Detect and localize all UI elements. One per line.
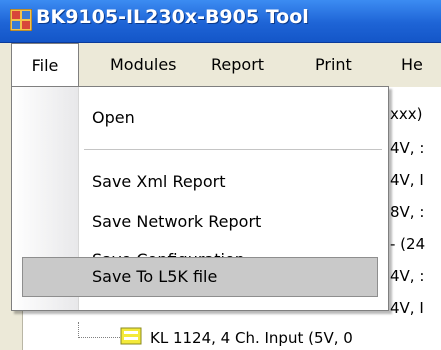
menu-separator [84,149,382,150]
menu-report[interactable]: Report [211,43,264,87]
tree-node-text[interactable]: - (24 [390,235,425,253]
menu-item-save-network-report[interactable]: Save Network Report [92,212,261,231]
tree-node-text[interactable]: 4V, I [390,299,424,317]
menu-bar: File Modules Report Print He [0,43,441,87]
menu-item-save-xml-report[interactable]: Save Xml Report [92,172,225,191]
tree-node-text[interactable]: 8V, : [390,203,424,221]
tree-node-kl1124[interactable]: KL 1124, 4 Ch. Input (5V, 0 [150,329,353,347]
tree-node-text[interactable]: xxx) [390,105,422,123]
menu-help[interactable]: He [401,43,423,87]
app-grid-icon [10,9,32,31]
tree-node-text[interactable]: 4V, I [390,171,424,189]
menu-print[interactable]: Print [315,43,352,87]
module-icon [120,327,142,345]
window-title: BK9105-IL230x-B905 Tool [36,6,309,28]
tree-connector [78,322,80,338]
menu-item-open[interactable]: Open [92,108,135,127]
menu-item-save-to-l5k-file[interactable]: Save To L5K file [92,267,217,286]
menu-file[interactable]: File [11,43,79,87]
tree-connector [78,337,120,339]
tree-node-text[interactable]: 4V, : [390,267,424,285]
menu-modules[interactable]: Modules [110,43,177,87]
file-dropdown-menu: Open Save Xml Report Save Network Report… [11,86,389,311]
title-bar: BK9105-IL230x-B905 Tool [0,0,441,43]
tree-node-text[interactable]: 4V, : [390,139,424,157]
